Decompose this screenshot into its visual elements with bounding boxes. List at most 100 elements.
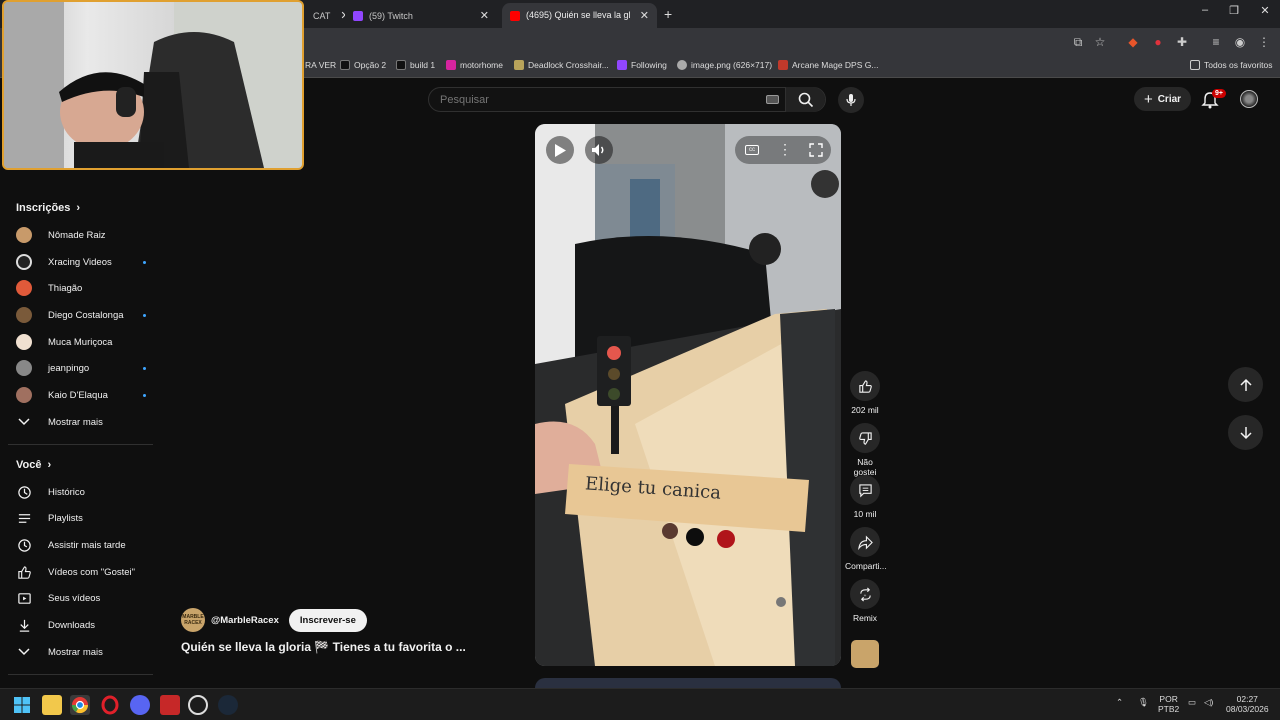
account-avatar[interactable] xyxy=(1240,90,1258,108)
avatar xyxy=(16,387,32,403)
discord-icon[interactable] xyxy=(130,695,150,715)
comments-button[interactable] xyxy=(850,475,880,505)
you-heading[interactable]: Você › xyxy=(16,459,51,471)
new-content-dot xyxy=(143,366,146,370)
bookmark-item[interactable]: image.png (626×717) xyxy=(677,60,772,70)
previous-short-button[interactable] xyxy=(1228,367,1263,402)
browser-menu-icon[interactable]: ⋮ xyxy=(1256,34,1272,50)
bookmark-item[interactable]: Arcane Mage DPS G... xyxy=(778,60,878,70)
sidebar-item-kaio-delaqua[interactable]: Kaio D'Elaqua xyxy=(16,385,146,405)
network-icon[interactable]: ▭ xyxy=(1188,697,1196,708)
sidebar-item-thiagao[interactable]: Thiagão xyxy=(16,278,146,298)
close-tab-icon[interactable]: ✕ xyxy=(330,9,345,22)
fullscreen-icon[interactable] xyxy=(809,143,823,157)
language-indicator[interactable]: POR PTB2 xyxy=(1158,694,1179,714)
close-tab-icon[interactable]: ✕ xyxy=(470,9,489,22)
sound-source-thumbnail[interactable] xyxy=(851,640,879,668)
search-button[interactable] xyxy=(785,87,825,112)
chevron-right-icon: › xyxy=(76,202,81,214)
bookmark-item[interactable]: Deadlock Crosshair... xyxy=(514,60,609,70)
dislike-action[interactable]: Não gostei xyxy=(845,423,885,477)
next-short-button[interactable] xyxy=(1228,415,1263,450)
share-icon xyxy=(857,535,873,550)
share-button[interactable] xyxy=(850,527,880,557)
sidebar-item-jeanpingo[interactable]: jeanpingo xyxy=(16,358,146,378)
all-bookmarks-folder[interactable]: Todos os favoritos xyxy=(1190,60,1273,70)
windows-start-icon[interactable] xyxy=(12,695,32,715)
restore-icon[interactable]: ❐ xyxy=(1219,4,1249,17)
webcam-image xyxy=(4,2,302,168)
subscribe-button[interactable]: Inscrever-se xyxy=(288,608,367,632)
bookmark-item[interactable]: Opção 2 xyxy=(340,60,386,70)
browser-tab-youtube[interactable]: (4695) Quién se lleva la gloria 🏁 ✕ xyxy=(502,3,657,28)
profile-icon[interactable]: ◉ xyxy=(1232,34,1248,50)
minimize-icon[interactable]: – xyxy=(1190,4,1220,16)
volume-button[interactable] xyxy=(585,136,613,164)
like-button[interactable] xyxy=(850,371,880,401)
browser-tab-twitch[interactable]: (59) Twitch ✕ xyxy=(345,3,497,28)
shorts-video-player[interactable]: Elige tu canica cc ⋮ xyxy=(535,124,841,666)
microphone-tray-icon[interactable]: 🎙 xyxy=(1138,697,1149,708)
media-controls-icon[interactable]: ≡ xyxy=(1208,34,1224,50)
bookmark-favicon-icon xyxy=(396,60,406,70)
clock[interactable]: 02:27 08/03/2026 xyxy=(1226,694,1269,714)
file-explorer-icon[interactable] xyxy=(42,695,62,715)
obs-icon[interactable] xyxy=(188,695,208,715)
comment-count: 10 mil xyxy=(853,509,877,519)
search-input[interactable] xyxy=(429,88,789,111)
sidebar-item-playlists[interactable]: Playlists xyxy=(16,508,146,528)
video-title[interactable]: Quién se lleva la gloria 🏁 Tienes a tu f… xyxy=(181,640,466,654)
extension-icon[interactable]: ◆ xyxy=(1125,34,1141,50)
new-tab-icon[interactable]: + xyxy=(664,6,672,22)
like-action[interactable]: 202 mil xyxy=(845,371,885,415)
sidebar-item-watch-later[interactable]: Assistir mais tarde xyxy=(16,535,146,555)
extension-badge-icon[interactable]: ● xyxy=(1150,34,1166,50)
steam-icon[interactable] xyxy=(218,695,238,715)
show-hidden-icons[interactable]: ⌃ xyxy=(1116,697,1123,708)
keyboard-icon[interactable] xyxy=(766,95,779,104)
subscriptions-heading[interactable]: Inscrições › xyxy=(16,202,80,214)
instagram-icon xyxy=(446,60,456,70)
channel-name[interactable]: @MarbleRacex xyxy=(211,615,279,626)
voice-search-button[interactable] xyxy=(838,87,864,113)
speaker-icon[interactable]: ◁) xyxy=(1204,697,1213,708)
create-button[interactable]: + Criar xyxy=(1134,87,1191,111)
dislike-button[interactable] xyxy=(850,423,880,453)
captions-icon[interactable]: cc xyxy=(745,145,759,155)
bookmark-item[interactable]: build 1 xyxy=(396,60,435,70)
show-more-subscriptions[interactable]: Mostrar mais xyxy=(16,412,146,432)
sidebar-item-muca-muricoca[interactable]: Muca Muriçoca xyxy=(16,332,146,352)
close-tab-icon[interactable]: ✕ xyxy=(630,9,649,22)
app-icon[interactable] xyxy=(160,695,180,715)
dislike-label: Não gostei xyxy=(853,457,877,477)
bookmark-item[interactable]: Following xyxy=(617,60,667,70)
comment-icon xyxy=(858,483,872,497)
opera-icon[interactable] xyxy=(100,695,120,715)
chrome-icon[interactable] xyxy=(70,695,90,715)
avatar xyxy=(16,227,32,243)
sidebar-item-nomade-raiz[interactable]: Nômade Raiz xyxy=(16,225,146,245)
sidebar-item-liked-videos[interactable]: Vídeos com "Gostei" xyxy=(16,562,146,582)
bookmark-item[interactable]: RA VER xyxy=(305,60,336,70)
channel-avatar[interactable]: MARBLE RACEX xyxy=(181,608,205,632)
play-button[interactable] xyxy=(546,136,574,164)
bookmark-item[interactable]: motorhome xyxy=(446,60,503,70)
remix-action[interactable]: + Remix xyxy=(845,579,885,623)
install-app-icon[interactable]: ⧉ xyxy=(1070,34,1086,50)
twitch-icon xyxy=(617,60,627,70)
sidebar-item-xracing-videos[interactable]: Xracing Videos xyxy=(16,252,146,272)
window-close-icon[interactable]: ✕ xyxy=(1250,4,1280,17)
show-more-you[interactable]: Mostrar mais xyxy=(16,642,146,662)
sidebar-item-history[interactable]: Histórico xyxy=(16,482,146,502)
sidebar-item-diego-costalonga[interactable]: Diego Costalonga xyxy=(16,305,146,325)
chevron-right-icon: › xyxy=(47,459,52,471)
share-action[interactable]: Comparti... xyxy=(845,527,887,571)
more-options-icon[interactable]: ⋮ xyxy=(778,141,792,158)
remix-button[interactable]: + xyxy=(850,579,880,609)
bookmark-star-icon[interactable]: ☆ xyxy=(1092,34,1108,50)
sidebar-item-downloads[interactable]: Downloads xyxy=(16,615,146,635)
extensions-puzzle-icon[interactable]: ✚ xyxy=(1174,34,1190,50)
comments-action[interactable]: 10 mil xyxy=(845,475,885,519)
browser-tab[interactable]: CAT ✕ xyxy=(305,3,345,28)
sidebar-item-your-videos[interactable]: Seus vídeos xyxy=(16,588,146,608)
